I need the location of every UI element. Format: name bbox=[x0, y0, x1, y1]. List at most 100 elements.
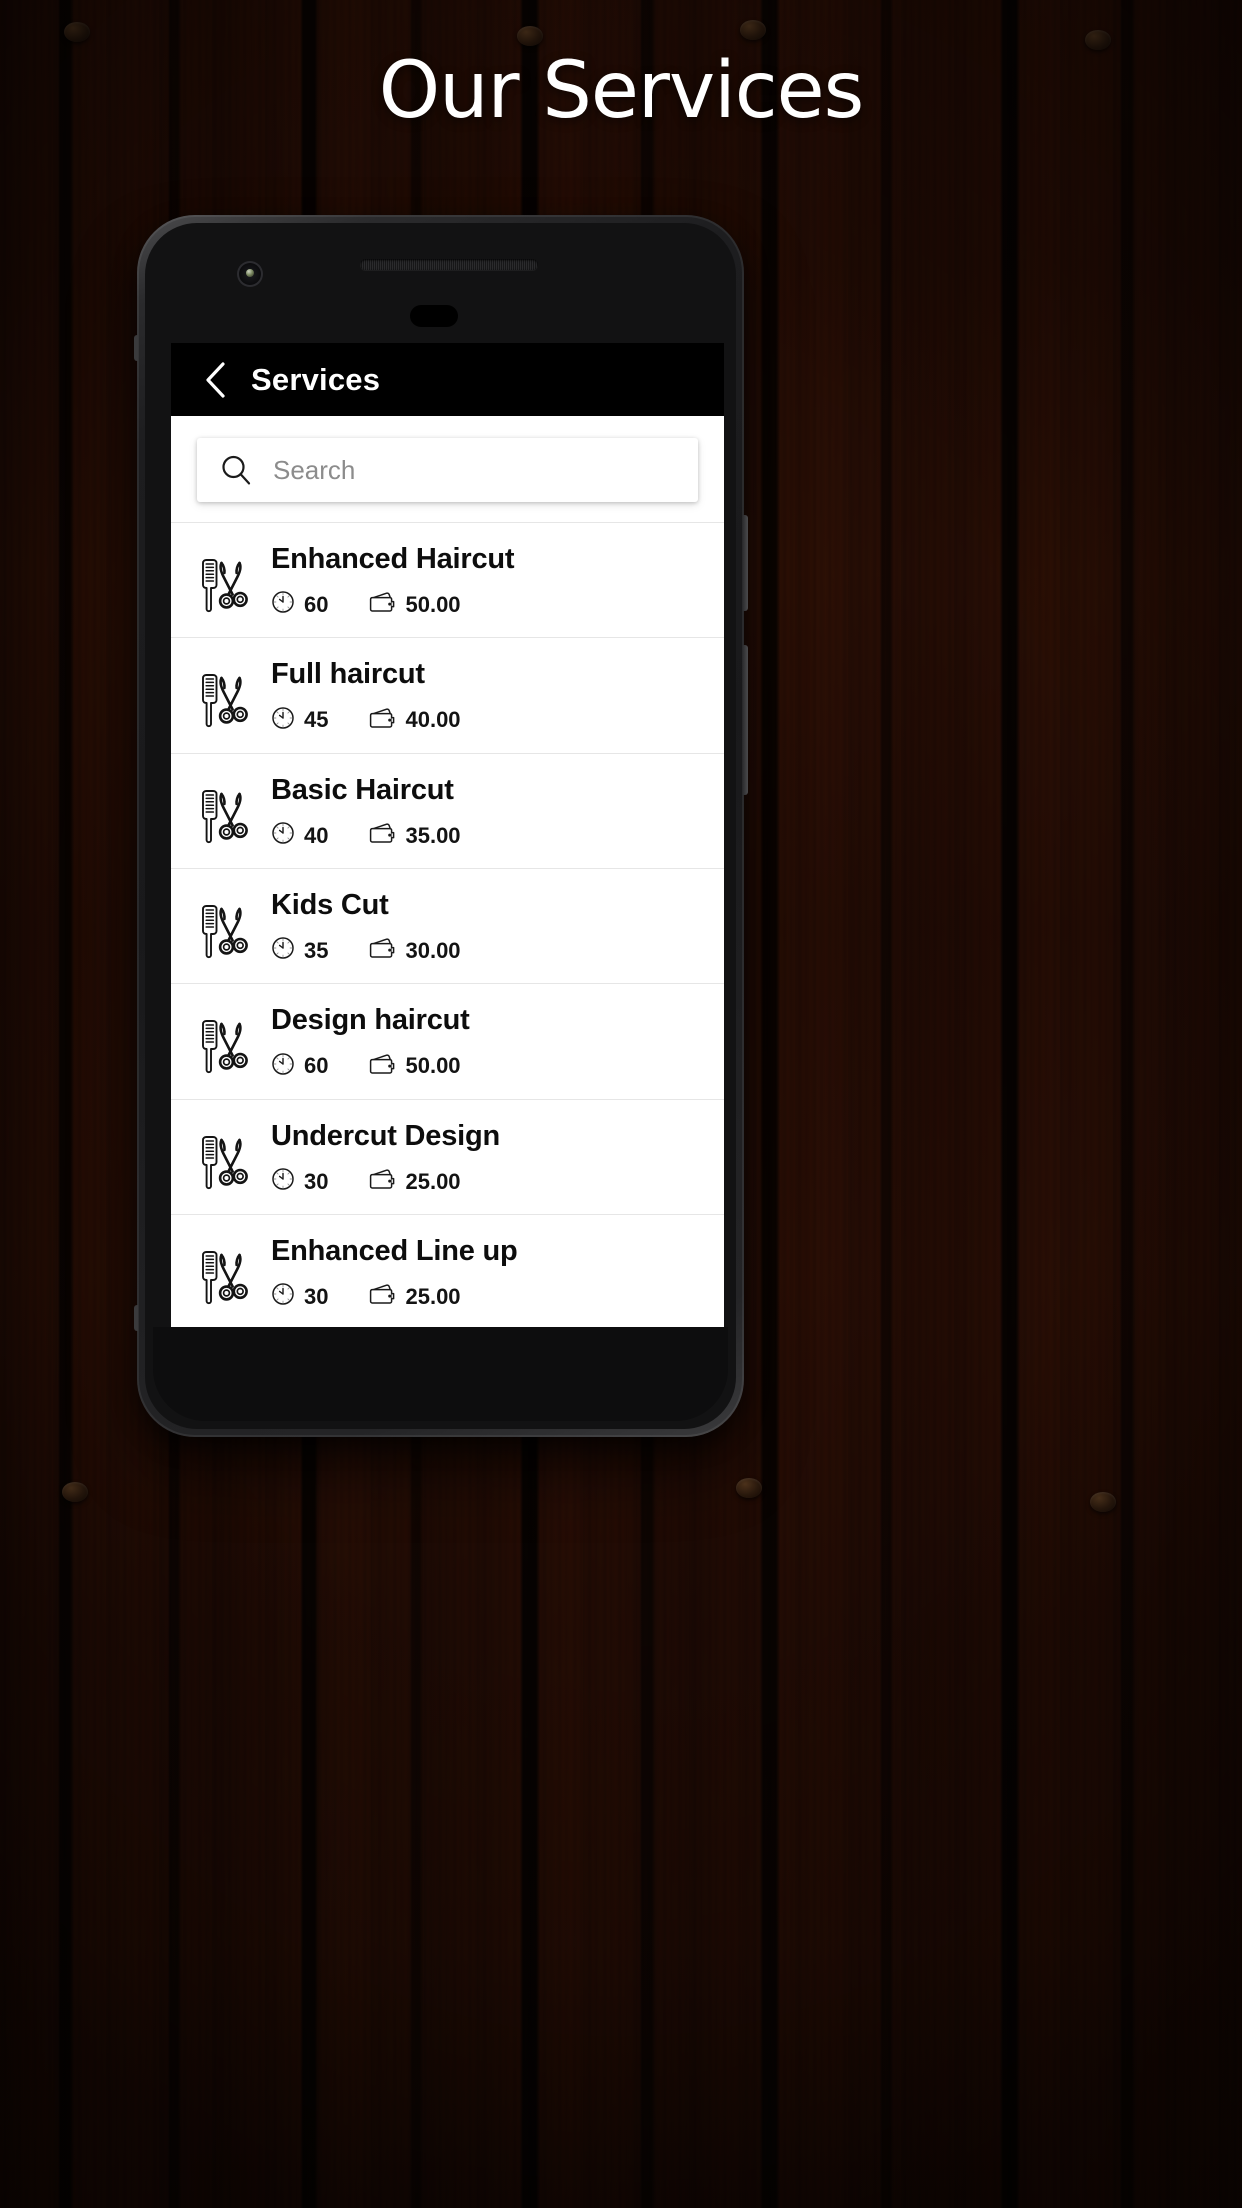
service-details: Full haircut 45 40.00 bbox=[271, 658, 716, 734]
service-details: Enhanced Haircut 60 50.00 bbox=[271, 543, 716, 619]
service-price: 50.00 bbox=[368, 1052, 461, 1081]
comb-scissors-icon bbox=[179, 1120, 271, 1194]
service-list-item-2[interactable]: Basic Haircut 40 35.00 bbox=[171, 752, 724, 869]
service-duration: 60 bbox=[271, 1052, 328, 1081]
clock-icon bbox=[271, 590, 295, 619]
service-list-item-1[interactable]: Full haircut 45 40.00 bbox=[171, 637, 724, 753]
left-bezel-notch bbox=[134, 335, 138, 361]
service-duration: 60 bbox=[271, 590, 328, 619]
service-meta: 60 50.00 bbox=[271, 590, 706, 619]
service-price-value: 50.00 bbox=[405, 1053, 461, 1079]
comb-scissors-icon bbox=[179, 774, 271, 848]
clock-icon bbox=[271, 1052, 295, 1081]
service-list-item-5[interactable]: Undercut Design 30 25.00 bbox=[171, 1098, 724, 1215]
service-price: 25.00 bbox=[368, 1167, 461, 1196]
service-list: Enhanced Haircut 60 50.00 Full haircut 4… bbox=[171, 522, 724, 1330]
wallet-icon bbox=[368, 590, 396, 619]
service-details: Undercut Design 30 25.00 bbox=[271, 1120, 716, 1196]
service-details: Basic Haircut 40 35.00 bbox=[271, 774, 716, 850]
clock-icon bbox=[271, 706, 295, 735]
service-meta: 35 30.00 bbox=[271, 936, 706, 965]
comb-scissors-icon bbox=[179, 543, 271, 617]
clock-icon bbox=[271, 936, 295, 965]
comb-scissors-icon bbox=[179, 658, 271, 732]
wallet-icon bbox=[368, 1167, 396, 1196]
chevron-left-icon bbox=[202, 361, 228, 399]
nail-head bbox=[740, 20, 766, 40]
service-duration: 30 bbox=[271, 1282, 328, 1311]
service-price-value: 40.00 bbox=[405, 707, 461, 733]
search-section bbox=[171, 416, 724, 522]
power-button[interactable] bbox=[743, 515, 748, 611]
service-duration-value: 60 bbox=[304, 1053, 329, 1079]
wallet-icon bbox=[368, 1282, 396, 1311]
service-duration-value: 30 bbox=[304, 1168, 329, 1194]
speaker-grille-icon bbox=[360, 259, 538, 270]
service-meta: 30 25.00 bbox=[271, 1167, 706, 1196]
page-title: Our Services bbox=[378, 46, 865, 136]
phone-screen-area: Services Search Enhanced Haircut 60 50.0… bbox=[145, 223, 736, 1429]
comb-scissors-icon bbox=[179, 1004, 271, 1078]
left-bezel-notch bbox=[134, 1305, 138, 1331]
nail-head bbox=[62, 1482, 88, 1502]
service-price-value: 50.00 bbox=[405, 591, 461, 617]
service-price: 30.00 bbox=[368, 936, 461, 965]
service-price: 35.00 bbox=[368, 821, 461, 850]
service-details: Enhanced Line up 30 25.00 bbox=[271, 1235, 716, 1311]
phone-mockup: Services Search Enhanced Haircut 60 50.0… bbox=[134, 215, 748, 1437]
clock-icon bbox=[271, 821, 295, 850]
service-name: Enhanced Haircut bbox=[271, 543, 515, 575]
service-price: 50.00 bbox=[368, 590, 461, 619]
volume-button[interactable] bbox=[743, 645, 748, 795]
service-name: Kids Cut bbox=[271, 889, 389, 922]
service-price-value: 25.00 bbox=[405, 1283, 461, 1309]
service-name: Enhanced Line up bbox=[271, 1235, 518, 1268]
service-duration-value: 30 bbox=[304, 1283, 329, 1309]
service-list-item-3[interactable]: Kids Cut 35 30.00 bbox=[171, 868, 724, 984]
back-button[interactable] bbox=[193, 358, 237, 402]
clock-icon bbox=[271, 1282, 295, 1311]
app-bar: Services bbox=[171, 343, 724, 416]
service-duration-value: 45 bbox=[304, 707, 329, 733]
service-meta: 40 35.00 bbox=[271, 821, 706, 850]
comb-scissors-icon bbox=[179, 1235, 271, 1309]
nail-head bbox=[1090, 1492, 1116, 1512]
service-name: Full haircut bbox=[271, 658, 425, 691]
search-input[interactable] bbox=[273, 454, 676, 486]
service-price: 40.00 bbox=[368, 706, 461, 735]
app-screen: Services Search Enhanced Haircut 60 50.0… bbox=[171, 343, 724, 1333]
service-price-value: 25.00 bbox=[405, 1168, 461, 1194]
service-price: 25.00 bbox=[368, 1282, 461, 1311]
service-price-value: 35.00 bbox=[405, 822, 461, 848]
phone-bottom-bezel bbox=[153, 1327, 728, 1421]
search-box[interactable] bbox=[197, 438, 698, 502]
app-content: Enhanced Haircut bbox=[171, 416, 724, 1333]
service-duration: 30 bbox=[271, 1167, 328, 1196]
service-meta: 30 25.00 bbox=[271, 1282, 706, 1311]
service-duration: 40 bbox=[271, 821, 328, 850]
service-list-item-0[interactable]: Enhanced Haircut 60 50.00 bbox=[171, 522, 724, 638]
sensor-pill-icon bbox=[410, 305, 458, 327]
wallet-icon bbox=[368, 936, 396, 965]
service-duration-value: 40 bbox=[304, 822, 329, 848]
nail-head bbox=[736, 1478, 762, 1498]
wallet-icon bbox=[368, 706, 396, 735]
service-duration-value: 35 bbox=[304, 937, 329, 963]
nail-head bbox=[517, 26, 543, 46]
service-list-item-4[interactable]: Design haircut 60 50.00 bbox=[171, 983, 724, 1099]
clock-icon bbox=[271, 1167, 295, 1196]
wallet-icon bbox=[368, 1052, 396, 1081]
service-list-item-6[interactable]: Enhanced Line up 30 25.00 bbox=[171, 1214, 724, 1330]
service-meta: 60 50.00 bbox=[271, 1052, 706, 1081]
service-name: Undercut Design bbox=[271, 1119, 501, 1152]
app-bar-title: Services bbox=[251, 361, 381, 397]
nail-head bbox=[64, 22, 90, 42]
wallet-icon bbox=[368, 821, 396, 850]
service-meta: 45 40.00 bbox=[271, 706, 706, 735]
service-name: Basic Haircut bbox=[271, 773, 454, 806]
camera-icon bbox=[237, 261, 263, 287]
service-details: Design haircut 60 50.00 bbox=[271, 1004, 716, 1080]
search-icon bbox=[219, 453, 253, 487]
service-duration: 35 bbox=[271, 936, 328, 965]
comb-scissors-icon bbox=[179, 889, 271, 963]
